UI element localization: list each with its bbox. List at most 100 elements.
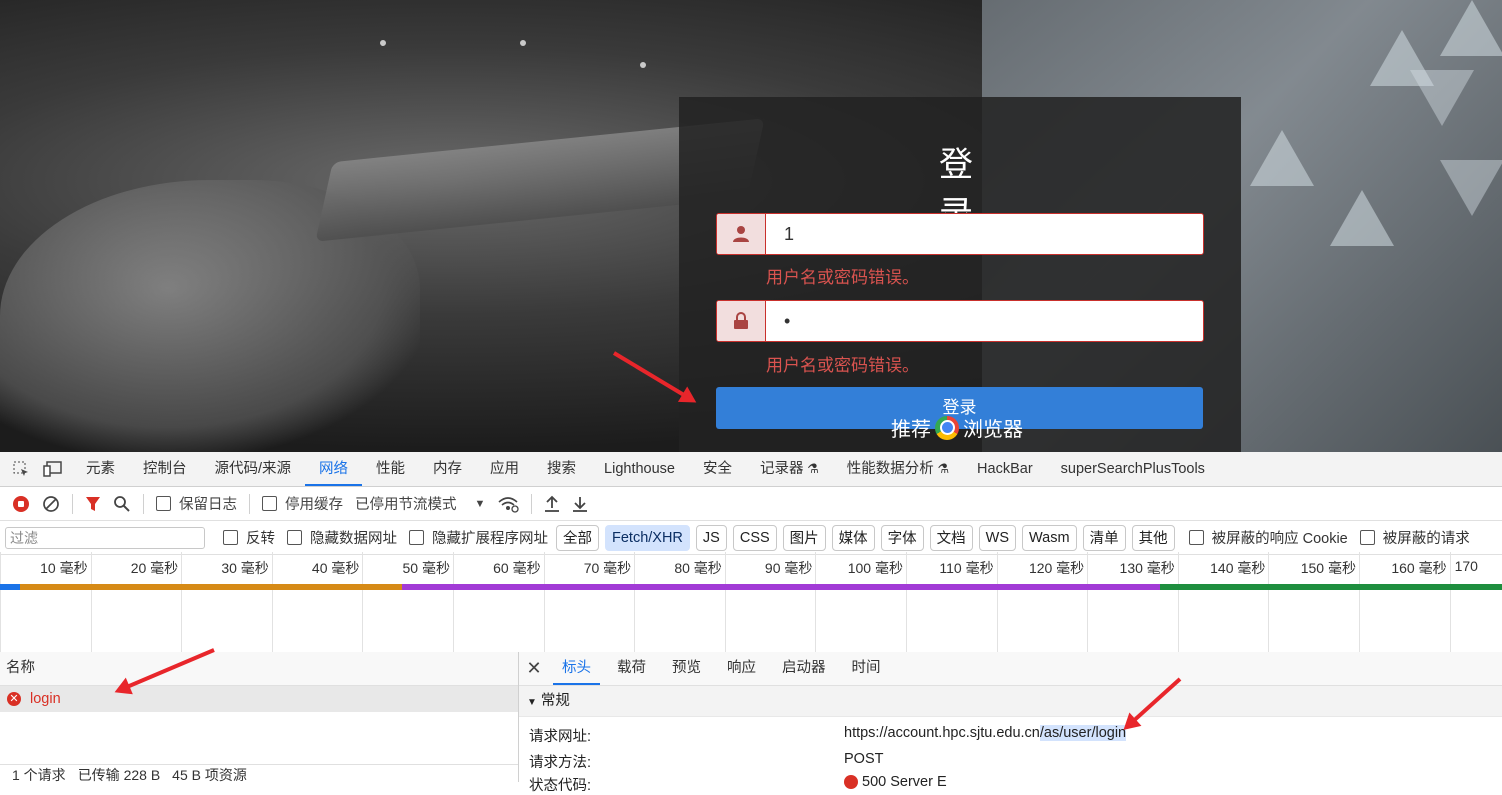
network-summary-bar: 1 个请求 已传输 228 B 45 B 项资源 [0,764,518,783]
timeline-tick-label: 10 毫秒 [40,560,88,576]
tab-4[interactable]: 性能 [362,452,419,486]
tab-10[interactable]: 记录器 ⚗ [746,452,833,486]
inspect-element-icon[interactable] [10,458,32,480]
checkbox-icon[interactable] [262,496,277,511]
filter-icon[interactable] [85,496,101,512]
close-icon[interactable]: ✕ [519,658,549,679]
clear-icon[interactable] [42,495,60,513]
flask-icon: ⚗ [933,461,950,476]
request-list-panel: 名称 ✕ login 1 个请求 已传输 228 B 45 B 项资源 [0,652,519,783]
password-field[interactable]: • [716,300,1204,342]
stop-recording-icon[interactable] [12,495,30,513]
invert-label: 反转 [246,531,275,547]
type-filter-chip[interactable]: 清单 [1082,524,1126,551]
type-filter-chip[interactable]: JS [695,524,727,551]
blocked-requests-checkbox[interactable]: 被屏蔽的请求 [1359,527,1470,548]
timeline-gridline: 70 毫秒 [543,552,636,652]
toolbar-divider [72,493,73,514]
type-filter-chip[interactable]: 其他 [1131,524,1175,551]
preserve-log-checkbox[interactable]: 保留日志 [156,493,237,514]
timeline-bar-scripting [402,584,1160,590]
type-filter-chip[interactable]: 媒体 [831,524,875,551]
network-overview-timeline[interactable]: 170 160 毫秒 150 毫秒 140 毫秒 130 毫秒 120 毫秒 110 毫秒 1… [0,552,1502,652]
hide-extension-urls-checkbox[interactable]: 隐藏扩展程序网址 [409,527,548,548]
timeline-tick-label: 50 毫秒 [402,560,450,576]
details-tab[interactable]: 启动器 [769,652,839,685]
username-input[interactable]: 1 [766,214,1203,254]
hide-data-urls-label: 隐藏数据网址 [310,531,397,547]
details-tabs: ✕ 标头 载荷 预览 响应 启动器 时间 [519,652,1502,686]
timeline-gridline: 20 毫秒 [90,552,183,652]
timeline-gridline: 90 毫秒 [724,552,817,652]
checkbox-icon[interactable] [223,530,238,545]
type-filter-chip[interactable]: 图片 [782,524,826,551]
checkbox-icon[interactable] [287,530,302,545]
tab-9[interactable]: 安全 [689,452,746,486]
details-tab[interactable]: 时间 [839,652,894,685]
import-har-icon[interactable] [544,495,560,513]
tab-0[interactable]: 元素 [72,452,129,486]
tab-5[interactable]: 内存 [419,452,476,486]
password-input[interactable]: • [766,301,1203,341]
request-url-value[interactable]: https://account.hpc.sjtu.edu.cn/as/user/… [844,725,1127,741]
tab-label: 性能数据分析 [846,461,934,477]
devtools-tabs: 元素 控制台 源代码/来源 网络 性能 内存 应用 搜索 Lighthouse 安全 记录器 ⚗ 性能… [72,452,1219,486]
search-icon[interactable] [113,495,131,513]
checkbox-icon[interactable] [156,496,171,511]
type-filter-chip[interactable]: 字体 [880,524,924,551]
device-toolbar-icon[interactable] [42,458,64,480]
type-filter-chip[interactable]: WS [978,524,1017,551]
tab-3[interactable]: 网络 [305,452,363,486]
flask-icon: ⚗ [803,461,819,476]
error-icon: ✕ [7,692,21,706]
tab-13[interactable]: superSearchPlusTools [1047,452,1219,486]
timeline-tick-label: 130 毫秒 [1119,560,1175,576]
invert-checkbox[interactable]: 反转 [223,527,275,548]
timeline-gridline: 40 毫秒 [271,552,364,652]
status-error-icon [844,775,858,790]
details-tab[interactable]: 标头 [549,652,604,685]
toolbar-divider [249,493,250,514]
resource-size: 45 B 项资源 [172,767,247,783]
type-filter-chip[interactable]: Wasm [1022,524,1077,551]
tab-8[interactable]: Lighthouse [590,452,689,486]
throttling-label: 已停用节流模式 [355,497,457,513]
tab-12[interactable]: HackBar [963,452,1047,486]
timeline-gridline: 80 毫秒 [634,552,726,652]
checkbox-icon[interactable] [1188,530,1204,545]
disable-cache-checkbox[interactable]: 停用缓存 [262,493,343,514]
request-url-label: 请求网址: [529,729,592,745]
request-details-panel: ✕ 标头 载荷 预览 响应 启动器 时间 ▼ 常规 请求网址: https://accoun… [519,652,1502,794]
type-filter-chip[interactable]: 全部 [556,524,599,551]
tab-7[interactable]: 搜索 [533,452,590,486]
blocked-cookies-checkbox[interactable]: 被屏蔽的响应 Cookie [1188,527,1348,548]
checkbox-icon[interactable] [1359,530,1375,545]
network-conditions-icon[interactable] [497,495,520,513]
type-filter-chip[interactable]: CSS [732,524,777,551]
filter-input[interactable]: 过滤 [5,526,205,549]
name-column-header[interactable]: 名称 [0,652,518,686]
general-section-header[interactable]: ▼ 常规 [519,686,1502,717]
export-har-icon[interactable] [572,495,588,513]
details-tab[interactable]: 载荷 [604,652,659,685]
type-filter-chip[interactable]: 文档 [929,524,973,551]
tab-1[interactable]: 控制台 [129,452,201,486]
checkbox-icon[interactable] [409,530,424,545]
tab-6[interactable]: 应用 [476,452,533,486]
tab-2[interactable]: 源代码/来源 [201,452,306,486]
type-filter-chip[interactable]: Fetch/XHR [605,524,690,551]
throttling-select[interactable]: 已停用节流模式 ▼ [355,493,485,514]
username-field[interactable]: 1 [716,213,1204,255]
details-tab[interactable]: 预览 [659,652,714,685]
username-error: 用户名或密码错误。 [766,268,919,287]
status-code-value: 500 Server E [844,774,947,790]
details-tab[interactable]: 响应 [714,652,769,685]
timeline-gridline: 170 [1449,552,1502,652]
blocked-requests-label: 被屏蔽的请求 [1382,531,1470,547]
devtools-tabbar: 元素 控制台 源代码/来源 网络 性能 内存 应用 搜索 Lighthouse 安全 记录器 ⚗ 性能… [0,452,1502,487]
request-row-login[interactable]: ✕ login [0,686,518,712]
toolbar-divider [531,493,533,514]
hide-data-urls-checkbox[interactable]: 隐藏数据网址 [287,527,397,548]
tab-11[interactable]: 性能数据分析 ⚗ [833,452,963,486]
triangle-down-icon: ▼ [527,697,537,708]
